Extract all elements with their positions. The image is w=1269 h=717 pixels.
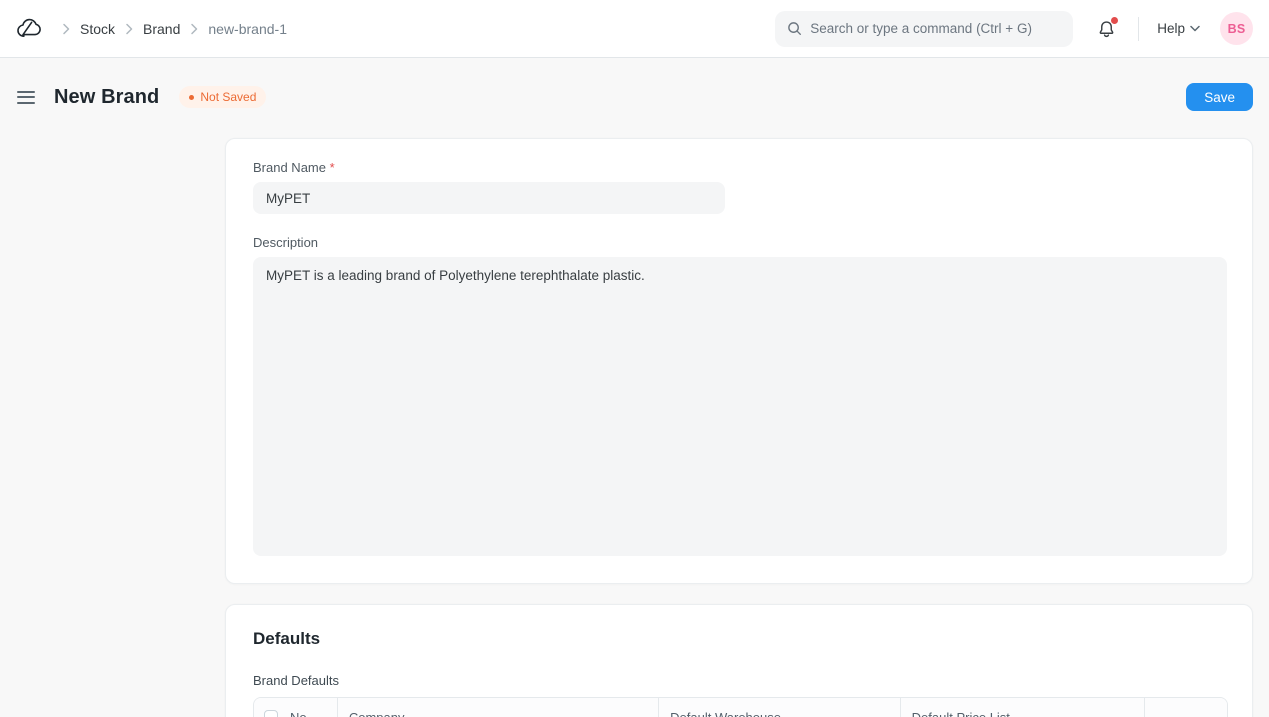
brand-name-label-text: Brand Name <box>253 160 326 175</box>
divider <box>1138 17 1139 41</box>
grid-header-idx: No. <box>254 698 338 717</box>
brand-name-input[interactable] <box>253 182 725 214</box>
brand-name-field: Brand Name * <box>253 160 1225 214</box>
description-textarea[interactable]: MyPET is a leading brand of Polyethylene… <box>253 257 1227 556</box>
warehouse-column-label: Default Warehouse <box>670 710 781 717</box>
status-dot-icon <box>189 95 194 100</box>
status-badge: Not Saved <box>179 86 266 108</box>
navbar-actions: Help BS <box>775 11 1253 47</box>
navbar: Stock Brand new-brand-1 <box>0 0 1269 58</box>
breadcrumb-item-stock[interactable]: Stock <box>80 21 115 37</box>
page-title: New Brand <box>54 86 159 109</box>
brand-defaults-grid-label: Brand Defaults <box>253 673 1225 688</box>
global-search[interactable] <box>775 11 1073 47</box>
chevron-right-icon <box>119 23 139 35</box>
breadcrumb-item-brand[interactable]: Brand <box>143 21 180 37</box>
search-icon <box>787 21 802 36</box>
brand-form-card: Brand Name * Description MyPET is a lead… <box>225 138 1253 584</box>
breadcrumb-item-current: new-brand-1 <box>208 21 287 37</box>
company-column-label: Company <box>349 710 405 717</box>
page-head: New Brand Not Saved Save <box>0 58 1269 111</box>
help-menu[interactable]: Help <box>1157 21 1200 36</box>
grid-header-warehouse: Default Warehouse <box>659 698 900 717</box>
chevron-right-icon <box>184 23 204 35</box>
defaults-card: Defaults Brand Defaults No. Company Defa… <box>225 604 1253 717</box>
description-label: Description <box>253 235 1225 250</box>
breadcrumb: Stock Brand new-brand-1 <box>16 18 287 40</box>
app-logo[interactable] <box>16 18 42 40</box>
idx-column-label: No. <box>290 710 310 717</box>
notification-dot <box>1111 17 1118 24</box>
grid-header-price-list: Default Price List <box>901 698 1145 717</box>
brand-name-label: Brand Name * <box>253 160 1225 175</box>
help-label: Help <box>1157 21 1185 36</box>
sidebar-toggle-button[interactable] <box>16 87 36 108</box>
avatar[interactable]: BS <box>1220 12 1253 45</box>
chevron-right-icon <box>56 23 76 35</box>
grid-header-company: Company <box>338 698 659 717</box>
description-field: Description MyPET is a leading brand of … <box>253 235 1225 556</box>
brand-defaults-grid: No. Company Default Warehouse Default Pr… <box>253 697 1228 717</box>
required-marker: * <box>330 160 335 175</box>
defaults-section-title: Defaults <box>253 629 1225 649</box>
save-button[interactable]: Save <box>1186 83 1253 111</box>
notifications-button[interactable] <box>1097 19 1116 38</box>
price-list-column-label: Default Price List <box>912 710 1010 717</box>
select-all-checkbox[interactable] <box>264 710 278 717</box>
grid-header-extra <box>1145 698 1227 717</box>
frappe-cloud-logo-icon <box>16 18 42 40</box>
status-badge-label: Not Saved <box>200 90 256 104</box>
chevron-down-icon <box>1190 25 1200 32</box>
grid-header-row: No. Company Default Warehouse Default Pr… <box>254 698 1227 717</box>
search-input[interactable] <box>810 21 1061 36</box>
